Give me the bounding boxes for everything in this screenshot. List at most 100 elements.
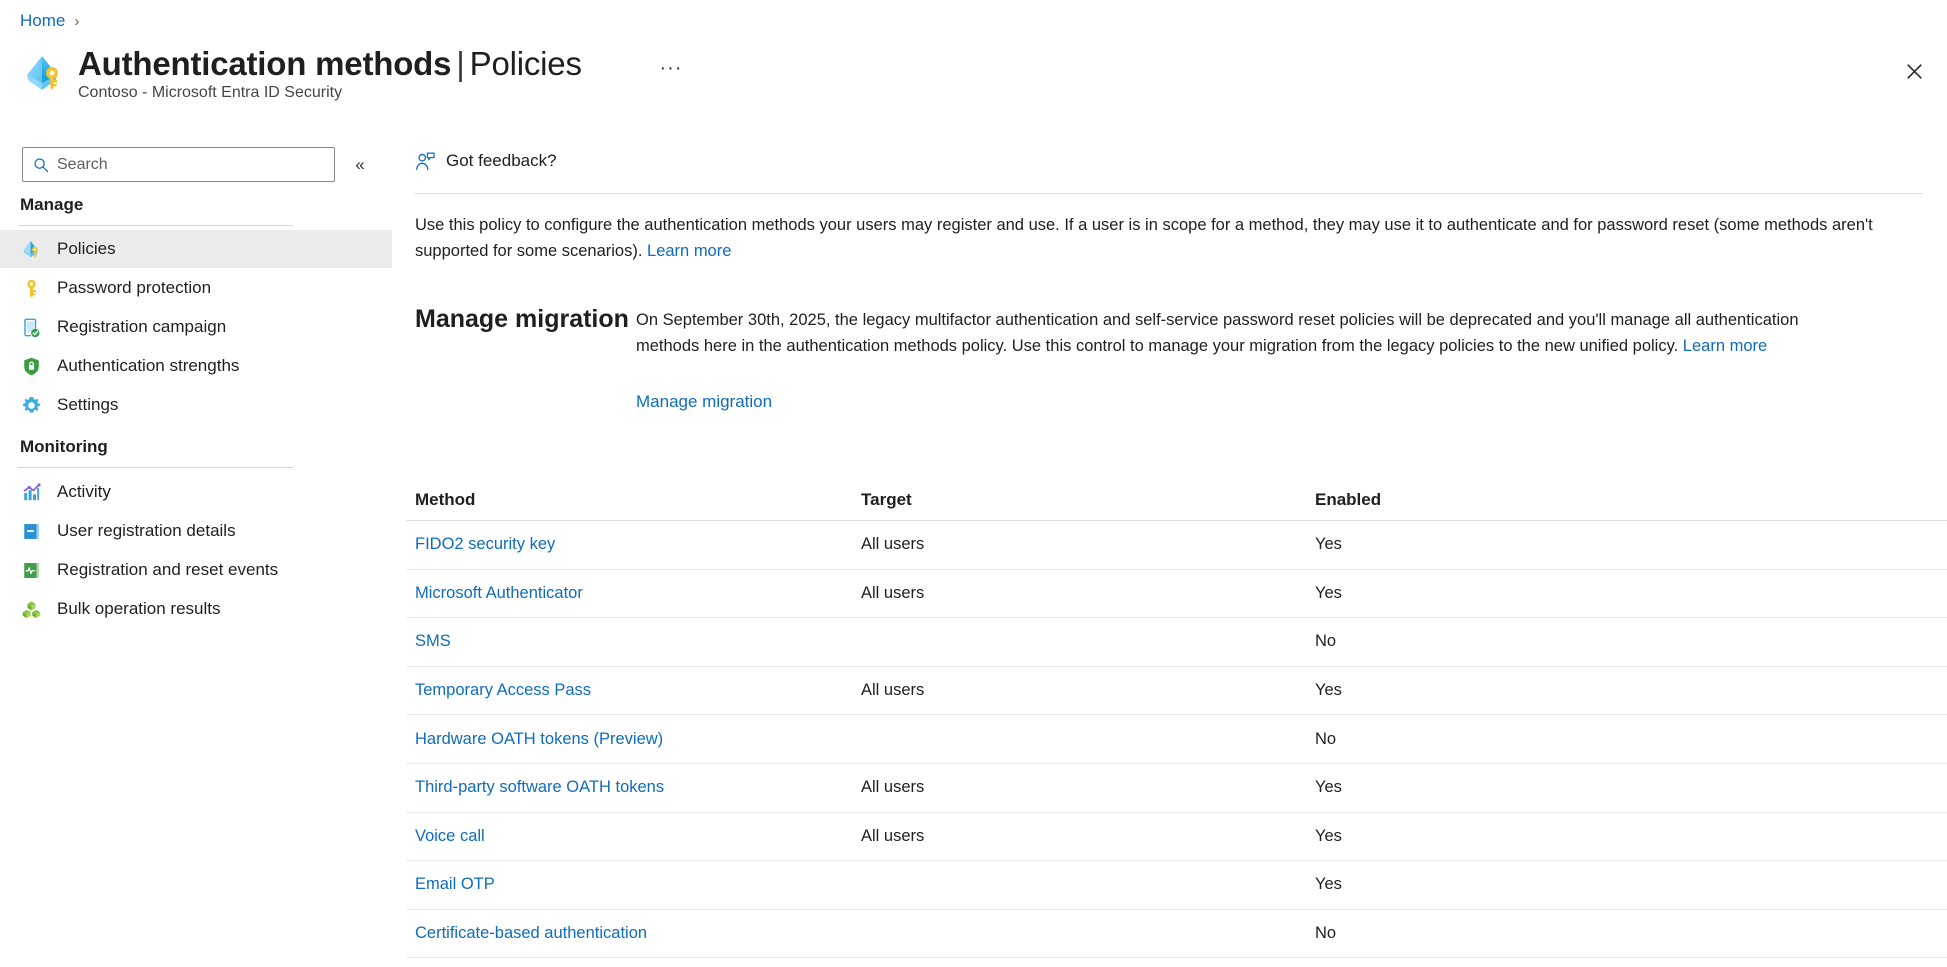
table-row[interactable]: Temporary Access Pass All users Yes (406, 667, 1947, 716)
policy-description-learn-more-link[interactable]: Learn more (647, 242, 731, 260)
method-link[interactable]: SMS (406, 632, 861, 651)
sidebar-item-password-protection-label: Password protection (57, 278, 211, 298)
sidebar: « Manage Policies (0, 140, 392, 967)
sidebar-item-authentication-strengths[interactable]: Authentication strengths (0, 347, 392, 385)
table-row[interactable]: SMS No (406, 618, 1947, 667)
page-title: Authentication methods|Policies (78, 42, 582, 86)
policy-description: Use this policy to configure the authent… (415, 212, 1919, 264)
manage-migration-link[interactable]: Manage migration (636, 392, 772, 412)
bar-chart-icon (20, 481, 42, 503)
sidebar-item-registration-campaign-label: Registration campaign (57, 317, 226, 337)
method-enabled: Yes (1315, 875, 1915, 894)
sidebar-item-policies[interactable]: Policies (0, 230, 392, 268)
green-book-pulse-icon (20, 559, 42, 581)
more-options-button[interactable]: ··· (655, 52, 687, 84)
search-input[interactable] (22, 147, 335, 182)
blue-book-icon (20, 520, 42, 542)
page-title-secondary: Policies (470, 45, 582, 82)
sidebar-item-settings-label: Settings (57, 395, 118, 415)
method-target: All users (861, 535, 1315, 554)
page-subtitle: Contoso - Microsoft Entra ID Security (78, 84, 342, 102)
green-boxes-icon (20, 598, 42, 620)
method-enabled: Yes (1315, 535, 1915, 554)
breadcrumb-home-link[interactable]: Home (20, 11, 65, 31)
manage-migration-description-text: On September 30th, 2025, the legacy mult… (636, 311, 1799, 355)
sidebar-section-monitoring-title: Monitoring (20, 437, 108, 457)
method-link[interactable]: Microsoft Authenticator (406, 584, 861, 603)
sidebar-item-bulk-operation-results-label: Bulk operation results (57, 599, 220, 619)
table-row[interactable]: Hardware OATH tokens (Preview) No (406, 715, 1947, 764)
collapse-sidebar-button[interactable]: « (347, 152, 373, 178)
manage-migration-learn-more-link[interactable]: Learn more (1683, 337, 1767, 355)
method-enabled: Yes (1315, 778, 1915, 797)
manage-migration-heading: Manage migration (415, 302, 630, 336)
table-row[interactable]: FIDO2 security key All users Yes (406, 521, 1947, 570)
manage-migration-description: On September 30th, 2025, the legacy mult… (636, 307, 1850, 359)
person-feedback-icon (415, 151, 436, 172)
sidebar-item-registration-and-reset-events[interactable]: Registration and reset events (0, 551, 392, 589)
sidebar-item-bulk-operation-results[interactable]: Bulk operation results (0, 590, 392, 628)
method-enabled: No (1315, 924, 1915, 943)
table-row[interactable]: Email OTP Yes (406, 861, 1947, 910)
sidebar-divider-monitoring (18, 467, 293, 468)
method-target: All users (861, 827, 1315, 846)
entra-id-authentication-methods-icon (21, 51, 65, 95)
method-enabled: Yes (1315, 584, 1915, 603)
table-header-row: Method Target Enabled (406, 479, 1947, 521)
sidebar-item-password-protection[interactable]: Password protection (0, 269, 392, 307)
column-header-enabled: Enabled (1315, 490, 1915, 510)
close-icon (1906, 63, 1923, 80)
table-row[interactable]: Certificate-based authentication No (406, 910, 1947, 959)
search-icon (33, 157, 49, 173)
sidebar-item-activity-label: Activity (57, 482, 111, 502)
breadcrumb: Home › (20, 9, 79, 33)
method-target: All users (861, 778, 1315, 797)
method-link[interactable]: Email OTP (406, 875, 861, 894)
method-target: All users (861, 681, 1315, 700)
gear-icon (20, 394, 42, 416)
sidebar-item-activity[interactable]: Activity (0, 473, 392, 511)
sidebar-divider-manage (18, 225, 293, 226)
entra-policies-icon (20, 238, 42, 260)
sidebar-item-user-registration-details-label: User registration details (57, 521, 236, 541)
table-row[interactable]: Microsoft Authenticator All users Yes (406, 570, 1947, 619)
column-header-target: Target (861, 490, 1315, 510)
method-enabled: Yes (1315, 681, 1915, 700)
policy-description-text: Use this policy to configure the authent… (415, 216, 1873, 260)
method-enabled: No (1315, 632, 1915, 651)
page-title-primary: Authentication methods (78, 45, 451, 82)
got-feedback-button[interactable]: Got feedback? (415, 144, 565, 178)
method-enabled: Yes (1315, 827, 1915, 846)
sidebar-section-manage-title: Manage (20, 195, 83, 215)
sidebar-search-row: « (22, 147, 372, 185)
column-header-method: Method (406, 490, 861, 510)
toolbar-divider (415, 193, 1923, 194)
table-row[interactable]: Third-party software OATH tokens All use… (406, 764, 1947, 813)
method-link[interactable]: Temporary Access Pass (406, 681, 861, 700)
sidebar-item-settings[interactable]: Settings (0, 386, 392, 424)
key-icon (20, 277, 42, 299)
mobile-check-icon (20, 316, 42, 338)
method-link[interactable]: Voice call (406, 827, 861, 846)
page-header: Authentication methods|Policies ··· Cont… (0, 44, 1947, 108)
sidebar-item-policies-label: Policies (57, 239, 116, 259)
sidebar-item-user-registration-details[interactable]: User registration details (0, 512, 392, 550)
main-content: Got feedback? Use this policy to configu… (392, 140, 1947, 967)
method-link[interactable]: Hardware OATH tokens (Preview) (406, 730, 861, 749)
method-link[interactable]: FIDO2 security key (406, 535, 861, 554)
sidebar-item-authentication-strengths-label: Authentication strengths (57, 356, 239, 376)
sidebar-item-registration-and-reset-events-label: Registration and reset events (57, 560, 278, 580)
method-target: All users (861, 584, 1315, 603)
sidebar-item-registration-campaign[interactable]: Registration campaign (0, 308, 392, 346)
method-enabled: No (1315, 730, 1915, 749)
page-title-separator: | (456, 45, 464, 82)
breadcrumb-separator-icon: › (74, 14, 79, 29)
authentication-methods-table: Method Target Enabled FIDO2 security key… (392, 479, 1947, 958)
close-button[interactable] (1895, 52, 1933, 90)
method-link[interactable]: Certificate-based authentication (406, 924, 861, 943)
got-feedback-label: Got feedback? (446, 151, 557, 171)
table-row[interactable]: Voice call All users Yes (406, 813, 1947, 862)
shield-lock-icon (20, 355, 42, 377)
search-field[interactable] (57, 156, 312, 174)
method-link[interactable]: Third-party software OATH tokens (406, 778, 861, 797)
